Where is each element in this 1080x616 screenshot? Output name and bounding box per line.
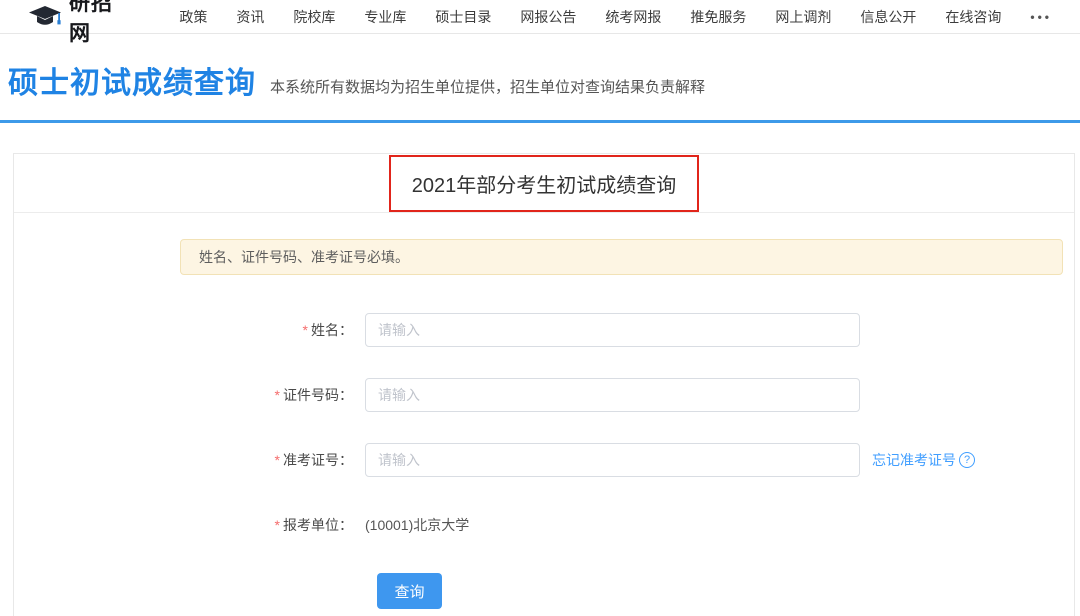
- query-form: *姓名： *证件号码： *准考证号： 忘记准考证号 ? *报考单位： (1: [14, 313, 1074, 609]
- nav-item-major-library[interactable]: 专业库: [364, 7, 406, 27]
- site-logo-text: 研招网: [69, 0, 133, 47]
- nav-item-unified-exam-registration[interactable]: 统考网报: [605, 7, 661, 27]
- nav-item-news[interactable]: 资讯: [236, 7, 264, 27]
- nav-item-online-adjustment[interactable]: 网上调剂: [775, 7, 831, 27]
- query-button[interactable]: 查询: [377, 573, 442, 609]
- required-fields-notice: 姓名、证件号码、准考证号必填。: [180, 239, 1063, 275]
- id-number-input[interactable]: [365, 378, 860, 412]
- page-subtitle: 本系统所有数据均为招生单位提供，招生单位对查询结果负责解释: [270, 76, 705, 97]
- required-asterisk: *: [275, 387, 280, 403]
- nav-item-info-disclosure[interactable]: 信息公开: [860, 7, 916, 27]
- admission-ticket-input[interactable]: [365, 443, 860, 477]
- target-unit-value: (10001)北京大学: [365, 515, 469, 535]
- nav-more-button[interactable]: •••: [1030, 10, 1052, 24]
- page-title: 硕士初试成绩查询: [8, 58, 256, 102]
- id-number-field-label: *证件号码：: [14, 385, 365, 405]
- graduation-cap-icon: [28, 5, 62, 29]
- nav-item-policy[interactable]: 政策: [179, 7, 207, 27]
- score-query-card: 2021年部分考生初试成绩查询 姓名、证件号码、准考证号必填。 *姓名： *证件…: [13, 153, 1075, 616]
- nav-item-exemption-service[interactable]: 推免服务: [690, 7, 746, 27]
- forgot-ticket-link-label: 忘记准考证号: [872, 450, 956, 470]
- nav-item-online-consultation[interactable]: 在线咨询: [945, 7, 1001, 27]
- required-asterisk: *: [275, 452, 280, 468]
- site-logo[interactable]: 研招网: [28, 0, 133, 47]
- required-asterisk: *: [303, 322, 308, 338]
- top-nav: 研招网 政策 资讯 院校库 专业库 硕士目录 网报公告 统考网报 推免服务 网上…: [0, 0, 1080, 34]
- nav-item-college-library[interactable]: 院校库: [293, 7, 335, 27]
- main-nav: 政策 资讯 院校库 专业库 硕士目录 网报公告 统考网报 推免服务 网上调剂 信…: [179, 7, 1052, 27]
- form-row-id-number: *证件号码：: [14, 378, 1074, 412]
- required-asterisk: *: [275, 517, 280, 533]
- forgot-ticket-link[interactable]: 忘记准考证号 ?: [872, 450, 975, 470]
- form-row-target-unit: *报考单位： (10001)北京大学: [14, 508, 1074, 542]
- page-header: 硕士初试成绩查询 本系统所有数据均为招生单位提供，招生单位对查询结果负责解释: [0, 34, 1080, 120]
- form-row-name: *姓名：: [14, 313, 1074, 347]
- nav-item-master-catalog[interactable]: 硕士目录: [435, 7, 491, 27]
- blue-divider: [0, 120, 1080, 123]
- card-header: 2021年部分考生初试成绩查询: [14, 154, 1074, 213]
- name-input[interactable]: [365, 313, 860, 347]
- card-heading-red-annotation: 2021年部分考生初试成绩查询: [389, 155, 700, 212]
- card-heading: 2021年部分考生初试成绩查询: [412, 175, 677, 197]
- admission-ticket-field-label: *准考证号：: [14, 450, 365, 470]
- nav-item-online-report-notice[interactable]: 网报公告: [520, 7, 576, 27]
- form-row-admission-ticket: *准考证号： 忘记准考证号 ?: [14, 443, 1074, 477]
- submit-row: 查询: [377, 573, 1074, 609]
- help-circle-icon: ?: [959, 452, 975, 468]
- name-field-label: *姓名：: [14, 320, 365, 340]
- target-unit-field-label: *报考单位：: [14, 515, 365, 535]
